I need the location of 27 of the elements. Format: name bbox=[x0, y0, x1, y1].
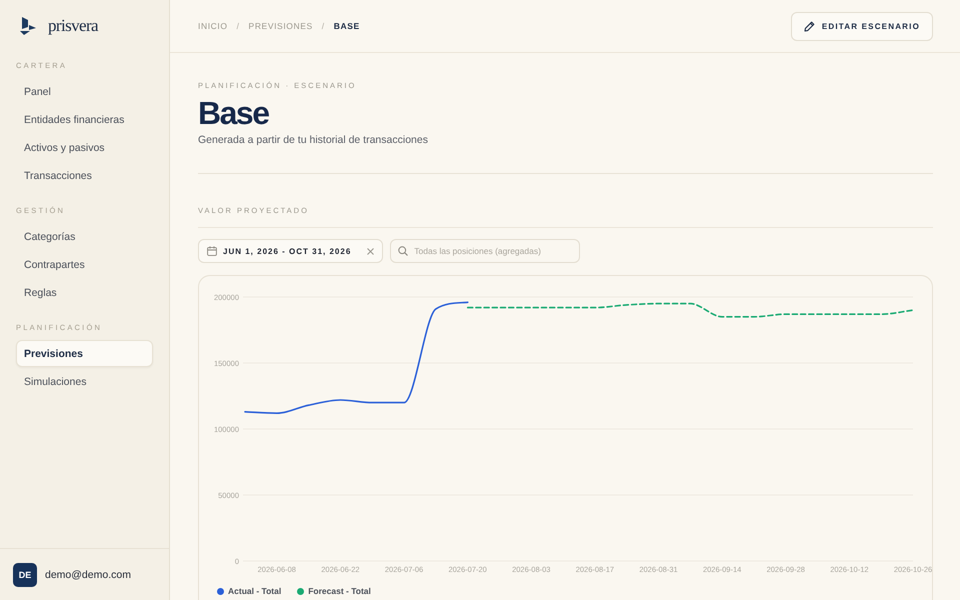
edit-scenario-button[interactable]: EDITAR ESCENARIO bbox=[790, 12, 933, 40]
user-avatar[interactable]: DE bbox=[13, 562, 37, 586]
nav-item[interactable]: Previsiones bbox=[16, 340, 153, 367]
nav-item[interactable]: Entidades financieras bbox=[16, 106, 153, 133]
pencil-icon bbox=[804, 20, 815, 32]
logo-icon bbox=[20, 17, 36, 35]
page-title: Base bbox=[198, 95, 268, 131]
legend-label: Actual - Total bbox=[228, 586, 282, 596]
nav-item[interactable]: Reglas bbox=[16, 279, 153, 306]
calendar-icon bbox=[207, 246, 217, 256]
search-field[interactable]: Todas las posiciones (agregadas) bbox=[390, 239, 580, 263]
breadcrumb-separator: / bbox=[236, 21, 240, 31]
breadcrumb-item: BASE bbox=[334, 21, 360, 31]
nav-item[interactable]: Categorías bbox=[16, 223, 153, 250]
user-email: demo@demo.com bbox=[45, 568, 131, 580]
nav-item[interactable]: Transacciones bbox=[16, 162, 153, 189]
close-icon[interactable] bbox=[367, 248, 374, 254]
search-icon bbox=[398, 246, 408, 256]
breadcrumb-separator: / bbox=[322, 21, 325, 31]
legend-label: Forecast - Total bbox=[308, 586, 371, 596]
date-range-picker[interactable]: JUN 1, 2026 - OCT 31, 2026 bbox=[198, 239, 384, 263]
nav-item[interactable]: Simulaciones bbox=[16, 368, 153, 395]
page-subtitle: Generada a partir de tu historial de transacciones bbox=[198, 134, 428, 146]
nav-item[interactable]: Activos y pasivos bbox=[16, 134, 153, 161]
brand-name: prisvera bbox=[48, 16, 98, 36]
nav-item[interactable]: Contrapartes bbox=[16, 251, 153, 278]
nav-item[interactable]: Panel bbox=[16, 78, 153, 105]
